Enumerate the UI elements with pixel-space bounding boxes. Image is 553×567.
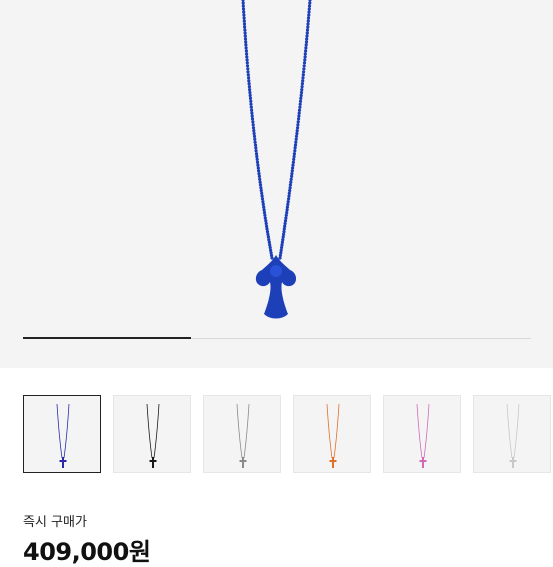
thumbnail-necklace-image xyxy=(416,403,430,468)
product-image-area[interactable] xyxy=(0,0,553,368)
thumbnail-necklace-image xyxy=(326,403,340,468)
cross-pendant xyxy=(255,255,297,319)
thumbnail-strip xyxy=(23,395,553,473)
thumb-white[interactable] xyxy=(473,395,551,473)
thumb-blue[interactable] xyxy=(23,395,101,473)
product-image xyxy=(241,0,312,319)
thumbnail-necklace-image xyxy=(56,403,70,468)
thumb-black[interactable] xyxy=(113,395,191,473)
thumbnail-necklace-image xyxy=(506,403,520,468)
instant-buy-label: 즉시 구매가 xyxy=(23,515,87,530)
carousel-progress-track xyxy=(23,337,531,339)
carousel-progress-fill xyxy=(23,337,191,339)
instant-buy-price: 409,000원 xyxy=(23,538,151,566)
thumb-orange[interactable] xyxy=(293,395,371,473)
thumbnail-necklace-image xyxy=(146,403,160,468)
thumb-silver[interactable] xyxy=(203,395,281,473)
thumbnail-necklace-image xyxy=(236,403,250,468)
ball-chain xyxy=(241,0,312,260)
thumb-pink[interactable] xyxy=(383,395,461,473)
